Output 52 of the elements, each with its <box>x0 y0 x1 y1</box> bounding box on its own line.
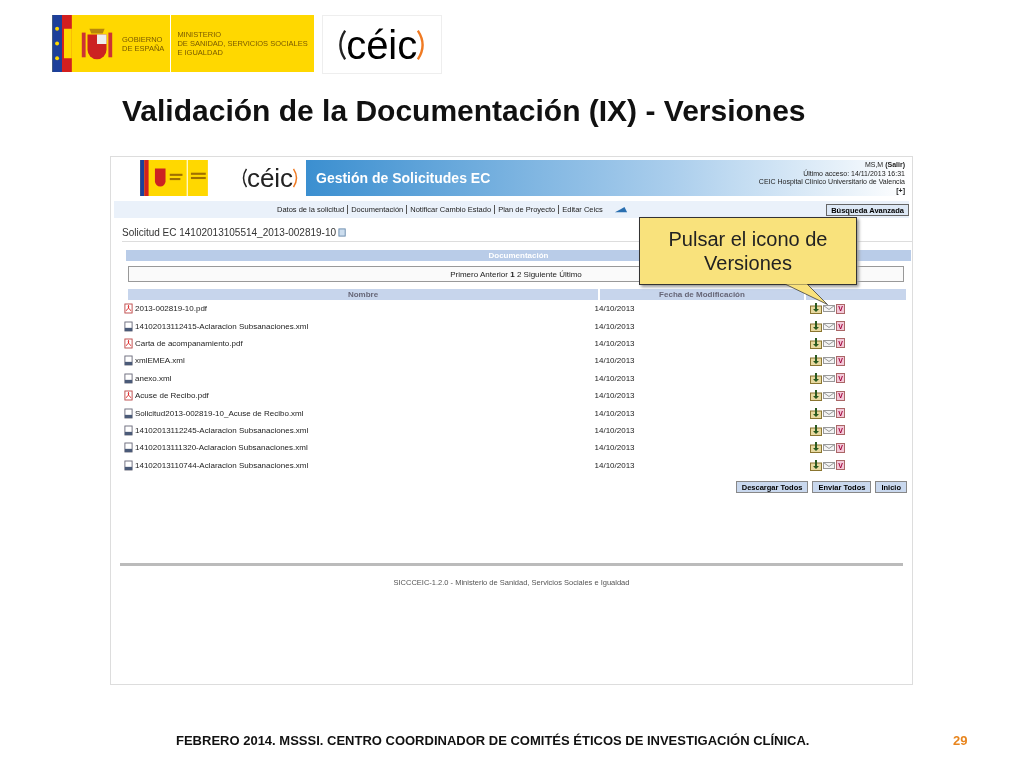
request-title: Solicitud EC 14102013105514_2013-002819-10 <box>122 227 337 238</box>
date-cell: 14/10/2013 <box>594 408 635 418</box>
date-cell: 14/10/2013 <box>594 373 635 383</box>
file-link[interactable]: anexo.xml <box>135 373 172 383</box>
file-icon <box>124 442 133 454</box>
date-cell: 14/10/2013 <box>594 391 635 401</box>
download-icon[interactable] <box>810 459 823 471</box>
column-header: Nombre <box>128 289 598 300</box>
file-link[interactable]: 14102013112245-Aclaracion Subsanaciones.xml <box>135 425 309 435</box>
file-link[interactable]: Acuse de Recibo.pdf <box>135 391 209 401</box>
date-cell: 14/10/2013 <box>594 443 635 453</box>
file-icon <box>124 355 133 367</box>
download-icon[interactable] <box>810 355 823 367</box>
pagination-text: Primero Anterior 1 2 Siguiente Último <box>450 269 582 279</box>
file-link[interactable]: 2013-002819-10.pdf <box>135 304 208 314</box>
download-icon[interactable] <box>810 442 823 454</box>
app-title: Gestión de Solicitudes EC <box>316 170 491 186</box>
date-cell: 14/10/2013 <box>594 321 635 331</box>
date-cell: 14/10/2013 <box>594 425 635 435</box>
file-icon <box>124 320 133 332</box>
file-icon <box>124 424 133 436</box>
slide-title: Validación de la Documentación (IX) - Versiones <box>122 94 807 129</box>
download-icon[interactable] <box>810 372 823 384</box>
logo-text: céic <box>346 24 418 65</box>
footer-text: FEBRERO 2014. MSSSI. CENTRO COORDINADOR DE COMITÉS ÉTICOS DE INVESTIGACIÓN CLÍNICA. <box>176 732 811 748</box>
date-cell: 14/10/2013 <box>594 356 635 366</box>
logo-text: céic <box>246 165 294 191</box>
file-link[interactable]: 14102013112415-Aclaracion Subsanaciones.xml <box>135 321 309 331</box>
column-header: Fecha de Modificación <box>600 289 804 300</box>
file-icon <box>124 407 133 419</box>
pdf-file-icon <box>124 390 133 402</box>
download-icon[interactable] <box>810 390 823 402</box>
file-link[interactable]: 14102013110744-Aclaracion Subsanaciones.xml <box>135 460 309 470</box>
file-link[interactable]: 14102013111320-Aclaracion Subsanaciones.xml <box>135 443 308 453</box>
download-icon[interactable] <box>810 320 823 332</box>
download-icon[interactable] <box>810 303 823 315</box>
pdf-file-icon <box>124 303 133 315</box>
file-link[interactable]: Solicitud2013-002819-10_Acuse de Recibo.xml <box>135 408 304 418</box>
date-cell: 14/10/2013 <box>594 304 635 314</box>
bracket-icon <box>241 167 247 189</box>
file-link[interactable]: Carta de acompanamiento.pdf <box>135 338 243 348</box>
date-cell: 14/10/2013 <box>594 338 635 348</box>
bracket-icon <box>293 167 299 189</box>
page-number: 29 <box>953 732 968 748</box>
date-cell: 14/10/2013 <box>594 460 635 470</box>
download-icon[interactable] <box>810 337 823 349</box>
file-icon <box>124 372 133 384</box>
download-icon[interactable] <box>810 407 823 419</box>
file-link[interactable]: xmlEMEA.xml <box>135 356 185 366</box>
download-icon[interactable] <box>810 424 823 436</box>
pdf-file-icon <box>124 337 133 349</box>
file-icon <box>124 459 133 471</box>
